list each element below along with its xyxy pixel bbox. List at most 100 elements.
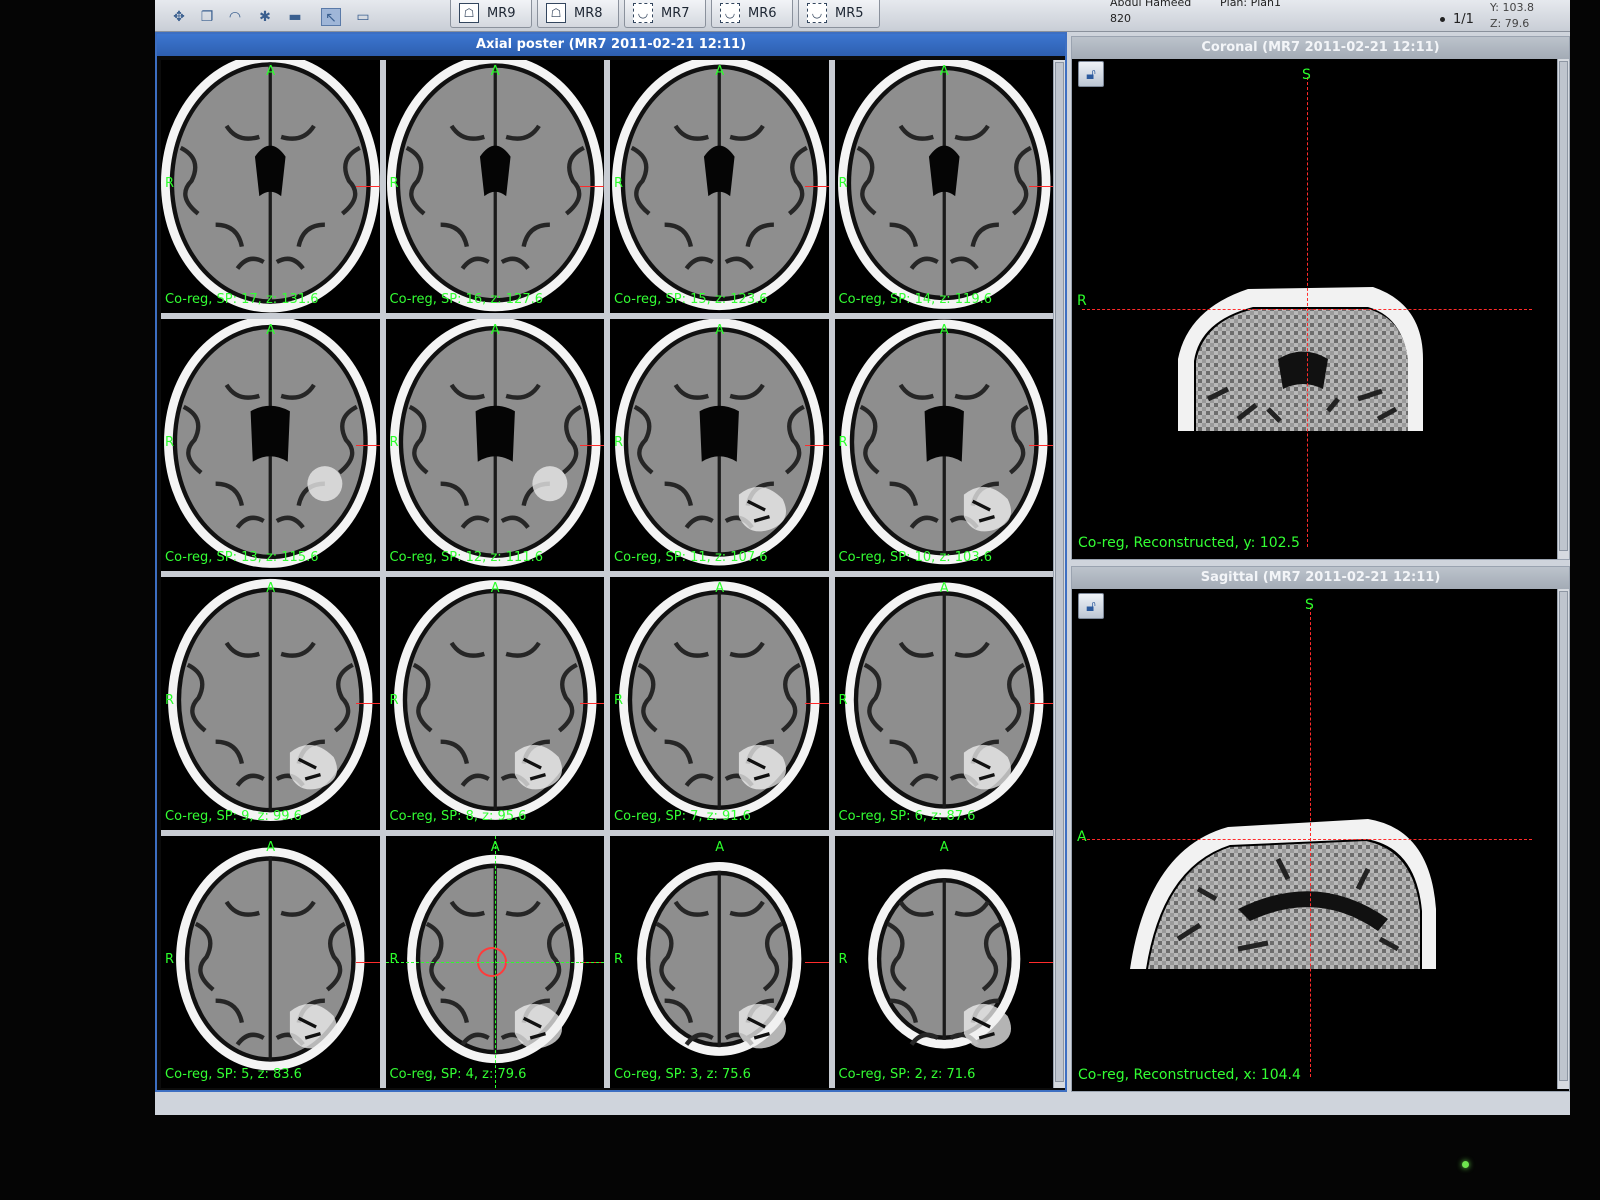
axial-slice-cell[interactable]: A R Co-reg, SP: 3, z: 75.6 (610, 835, 829, 1088)
orientation-right: R (389, 951, 399, 967)
axial-slice-cell[interactable]: A R Co-reg, SP: 4, z: 79.6 (385, 835, 604, 1088)
series-tab-mr9[interactable]: ☖ MR9 (450, 0, 532, 28)
sagittal-panel[interactable]: Sagittal (MR7 2011-02-21 12:11) 🔓︎ S A C… (1071, 566, 1570, 1092)
orientation-right: R (389, 434, 399, 450)
slice-label: Co-reg, SP: 3, z: 75.6 (614, 1067, 751, 1082)
orientation-side: A (1077, 829, 1087, 845)
axial-slice-image (612, 60, 827, 311)
slice-label: Co-reg, SP: 7, z: 91.6 (614, 808, 751, 824)
asterisk-icon[interactable]: ✱ (255, 8, 275, 26)
orientation-right: R (838, 434, 848, 450)
page-number: 1/1 (1453, 12, 1474, 27)
axial-slice-cell[interactable]: A R Co-reg, SP: 12, z: 111.6 (385, 318, 604, 571)
series-tab-label: MR6 (748, 6, 777, 21)
pan-icon[interactable]: ↖ (321, 8, 341, 26)
orientation-anterior: A (490, 64, 500, 79)
crosshair-marker (804, 703, 829, 705)
orientation-right: R (165, 693, 175, 709)
axial-slice-cell[interactable]: A R Co-reg, SP: 2, z: 71.6 (834, 835, 1053, 1088)
axial-slice-image (844, 582, 1043, 818)
axial-slice-cell[interactable]: A R Co-reg, SP: 5, z: 83.6 (161, 835, 380, 1088)
axial-slice-cell[interactable]: A R Co-reg, SP: 8, z: 95.6 (385, 577, 604, 830)
scrollbar-thumb[interactable] (1055, 62, 1064, 1082)
slice-label: Co-reg, SP: 6, z: 87.6 (838, 808, 976, 824)
axial-slice-cell[interactable]: A R Co-reg, SP: 7, z: 91.6 (610, 577, 829, 830)
series-tab-label: MR5 (835, 6, 864, 21)
head-icon: ◡ (633, 3, 653, 23)
orientation-side: R (1077, 293, 1087, 309)
series-tab-mr5[interactable]: ◡ MR5 (798, 0, 880, 28)
slice-label: Co-reg, SP: 13, z: 115.6 (165, 550, 319, 565)
crosshair-marker (355, 703, 380, 705)
move-icon[interactable]: ✥ (169, 8, 189, 26)
series-tab-label: MR9 (487, 6, 516, 21)
crosshair-marker (580, 444, 604, 446)
slice-label: Co-reg, SP: 8, z: 95.6 (389, 808, 527, 824)
orientation-right: R (389, 693, 399, 709)
slice-label: Co-reg, SP: 5, z: 83.6 (165, 1067, 302, 1082)
orientation-right: R (389, 176, 399, 192)
axial-slice-cell[interactable]: A R Co-reg, SP: 15, z: 123.6 (610, 60, 829, 313)
orientation-top: S (1302, 67, 1311, 83)
head-icon: ☖ (459, 3, 479, 23)
slice-label: Co-reg, SP: 9, z: 99.6 (165, 808, 302, 824)
copy-icon[interactable]: ❐ (197, 8, 217, 26)
axial-slice-cell[interactable]: A R Co-reg, SP: 16, z: 127.6 (385, 60, 604, 313)
axial-scrollbar[interactable] (1053, 60, 1065, 1088)
axial-slice-image (161, 60, 380, 313)
head-icon: ☖ (546, 3, 566, 23)
orientation-right: R (614, 951, 624, 967)
orientation-right: R (838, 176, 848, 192)
panel-title: Axial poster (MR7 2011-02-21 12:11) (157, 34, 1065, 56)
crosshair-horizontal (1082, 839, 1532, 840)
crosshair-marker (355, 186, 380, 188)
axial-slice-cell[interactable]: A R Co-reg, SP: 17, z: 131.6 (161, 60, 380, 313)
axial-slice-cell[interactable]: A R Co-reg, SP: 14, z: 119.6 (834, 60, 1053, 313)
slice-label: Co-reg, SP: 15, z: 123.6 (614, 291, 768, 307)
orientation-right: R (614, 176, 624, 192)
slice-label: Co-reg, SP: 17, z: 131.6 (165, 291, 319, 307)
crosshair-horizontal (1082, 309, 1532, 310)
orientation-anterior: A (939, 581, 949, 596)
application-window: ✥ ❐ ◠ ✱ ▬ ↖ ▭ ☖ MR9 ☖ MR8 ◡ MR7 ◡ MR6 ◡ … (155, 0, 1570, 1115)
series-tab-mr7[interactable]: ◡ MR7 (624, 0, 706, 28)
series-tab-mr8[interactable]: ☖ MR8 (537, 0, 619, 28)
scrollbar-thumb[interactable] (1559, 61, 1568, 551)
axial-slice-image (840, 319, 1047, 564)
patient-id: 820 (1110, 12, 1131, 25)
coronal-ventricle (1278, 351, 1328, 389)
axial-slice-image (386, 60, 603, 312)
orientation-right: R (614, 693, 624, 709)
wifi-icon[interactable]: ◠ (225, 8, 245, 26)
window-icon[interactable]: ▭ (353, 8, 373, 26)
scrollbar-thumb[interactable] (1559, 591, 1568, 1081)
axial-slice-cell[interactable]: A R Co-reg, SP: 6, z: 87.6 (834, 577, 1053, 830)
series-tab-label: MR7 (661, 6, 690, 21)
axial-slice-cell[interactable]: A R Co-reg, SP: 13, z: 115.6 (161, 318, 380, 571)
orientation-anterior: A (266, 581, 276, 596)
axial-poster-panel[interactable]: Axial poster (MR7 2011-02-21 12:11) A R Co… (155, 32, 1067, 1092)
slice-label: Co-reg, SP: 14, z: 119.6 (838, 291, 993, 307)
crosshair-marker (580, 703, 604, 705)
sagittal-scrollbar[interactable] (1557, 589, 1569, 1089)
axial-slice-cell[interactable]: A R Co-reg, SP: 11, z: 107.6 (610, 318, 829, 571)
view-label: Co-reg, Reconstructed, x: 104.4 (1078, 1067, 1301, 1083)
crosshair-vertical (494, 835, 496, 1088)
slice-label: Co-reg, SP: 12, z: 111.6 (389, 550, 544, 565)
series-tab-mr6[interactable]: ◡ MR6 (711, 0, 793, 28)
orientation-right: R (838, 693, 848, 709)
coord-z: Z: 79.6 (1490, 17, 1530, 30)
orientation-right: R (614, 434, 624, 450)
axial-slice-image (393, 580, 596, 820)
axial-slice-cell[interactable]: A R Co-reg, SP: 10, z: 103.6 (834, 318, 1053, 571)
coronal-panel[interactable]: Coronal (MR7 2011-02-21 12:11) 🔓︎ S R Co… (1071, 36, 1570, 560)
crosshair-marker (1029, 186, 1053, 188)
rectangle-icon[interactable]: ▬ (285, 8, 305, 26)
axial-slice-image (637, 861, 802, 1056)
orientation-anterior: A (939, 64, 949, 79)
orientation-anterior: A (490, 322, 500, 338)
slice-label: Co-reg, SP: 16, z: 127.6 (389, 291, 544, 307)
axial-slice-cell[interactable]: A R Co-reg, SP: 9, z: 99.6 (161, 577, 380, 830)
coronal-scrollbar[interactable] (1557, 59, 1569, 559)
crosshair-marker (804, 186, 829, 188)
